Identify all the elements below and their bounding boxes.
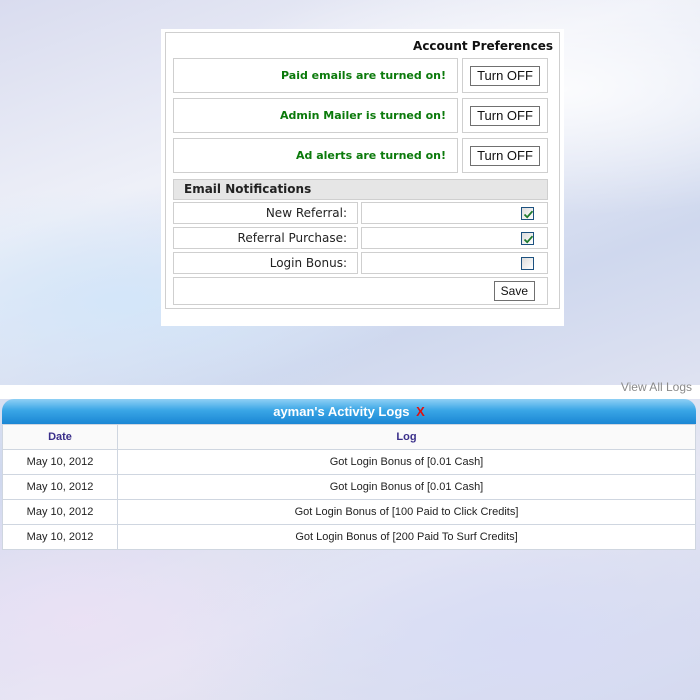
referral-purchase-check-cell bbox=[361, 227, 548, 249]
table-row: May 10, 2012 Got Login Bonus of [0.01 Ca… bbox=[2, 474, 696, 500]
ad-alerts-status: Ad alerts are turned on! bbox=[173, 138, 458, 173]
view-all-logs-link[interactable]: View All Logs bbox=[621, 380, 692, 394]
table-row: May 10, 2012 Got Login Bonus of [0.01 Ca… bbox=[2, 449, 696, 475]
ad-alerts-button-cell: Turn OFF bbox=[462, 138, 548, 173]
column-header-date: Date bbox=[2, 424, 118, 450]
log-entry: Got Login Bonus of [0.01 Cash] bbox=[117, 474, 696, 500]
notification-row-referral-purchase: Referral Purchase: bbox=[173, 227, 548, 250]
account-preferences-panel: Account Preferences Paid emails are turn… bbox=[161, 29, 564, 326]
admin-mailer-status: Admin Mailer is turned on! bbox=[173, 98, 458, 133]
close-logs-button[interactable]: X bbox=[416, 404, 425, 419]
log-entry: Got Login Bonus of [200 Paid To Surf Cre… bbox=[117, 524, 696, 550]
activity-logs-title: ayman's Activity Logs bbox=[273, 404, 410, 419]
log-entry: Got Login Bonus of [100 Paid to Click Cr… bbox=[117, 499, 696, 525]
checkmark-icon bbox=[523, 235, 534, 244]
notification-row-new-referral: New Referral: bbox=[173, 202, 548, 225]
log-date: May 10, 2012 bbox=[2, 449, 118, 475]
checkmark-icon bbox=[523, 210, 534, 219]
logs-top-strip bbox=[0, 385, 700, 399]
new-referral-label: New Referral: bbox=[173, 202, 358, 224]
admin-mailer-turn-off-button[interactable]: Turn OFF bbox=[470, 105, 540, 126]
activity-logs-panel: ayman's Activity Logs X Date Log May 10,… bbox=[0, 385, 700, 550]
preferences-box: Account Preferences Paid emails are turn… bbox=[165, 32, 560, 309]
login-bonus-checkbox[interactable] bbox=[521, 257, 534, 270]
ad-alerts-turn-off-button[interactable]: Turn OFF bbox=[470, 145, 540, 166]
paid-emails-status: Paid emails are turned on! bbox=[173, 58, 458, 93]
new-referral-check-cell bbox=[361, 202, 548, 224]
notification-row-login-bonus: Login Bonus: bbox=[173, 252, 548, 275]
email-notifications-header: Email Notifications bbox=[173, 179, 548, 200]
paid-emails-turn-off-button[interactable]: Turn OFF bbox=[470, 65, 540, 86]
toggle-row-ad-alerts: Ad alerts are turned on! Turn OFF bbox=[173, 138, 548, 175]
column-header-log: Log bbox=[117, 424, 696, 450]
table-row: May 10, 2012 Got Login Bonus of [200 Pai… bbox=[2, 524, 696, 550]
table-row: May 10, 2012 Got Login Bonus of [100 Pai… bbox=[2, 499, 696, 525]
table-header-row: Date Log bbox=[2, 424, 696, 450]
log-date: May 10, 2012 bbox=[2, 524, 118, 550]
referral-purchase-checkbox[interactable] bbox=[521, 232, 534, 245]
new-referral-checkbox[interactable] bbox=[521, 207, 534, 220]
preferences-title: Account Preferences bbox=[413, 39, 553, 53]
paid-emails-button-cell: Turn OFF bbox=[462, 58, 548, 93]
log-date: May 10, 2012 bbox=[2, 474, 118, 500]
toggle-row-admin-mailer: Admin Mailer is turned on! Turn OFF bbox=[173, 98, 548, 135]
login-bonus-label: Login Bonus: bbox=[173, 252, 358, 274]
toggle-row-paid-emails: Paid emails are turned on! Turn OFF bbox=[173, 58, 548, 95]
admin-mailer-button-cell: Turn OFF bbox=[462, 98, 548, 133]
save-row: Save bbox=[173, 277, 548, 305]
save-button[interactable]: Save bbox=[493, 281, 535, 301]
login-bonus-check-cell bbox=[361, 252, 548, 274]
activity-logs-header: ayman's Activity Logs X bbox=[2, 399, 696, 424]
log-entry: Got Login Bonus of [0.01 Cash] bbox=[117, 449, 696, 475]
activity-logs-table: Date Log May 10, 2012 Got Login Bonus of… bbox=[2, 424, 696, 550]
log-date: May 10, 2012 bbox=[2, 499, 118, 525]
referral-purchase-label: Referral Purchase: bbox=[173, 227, 358, 249]
